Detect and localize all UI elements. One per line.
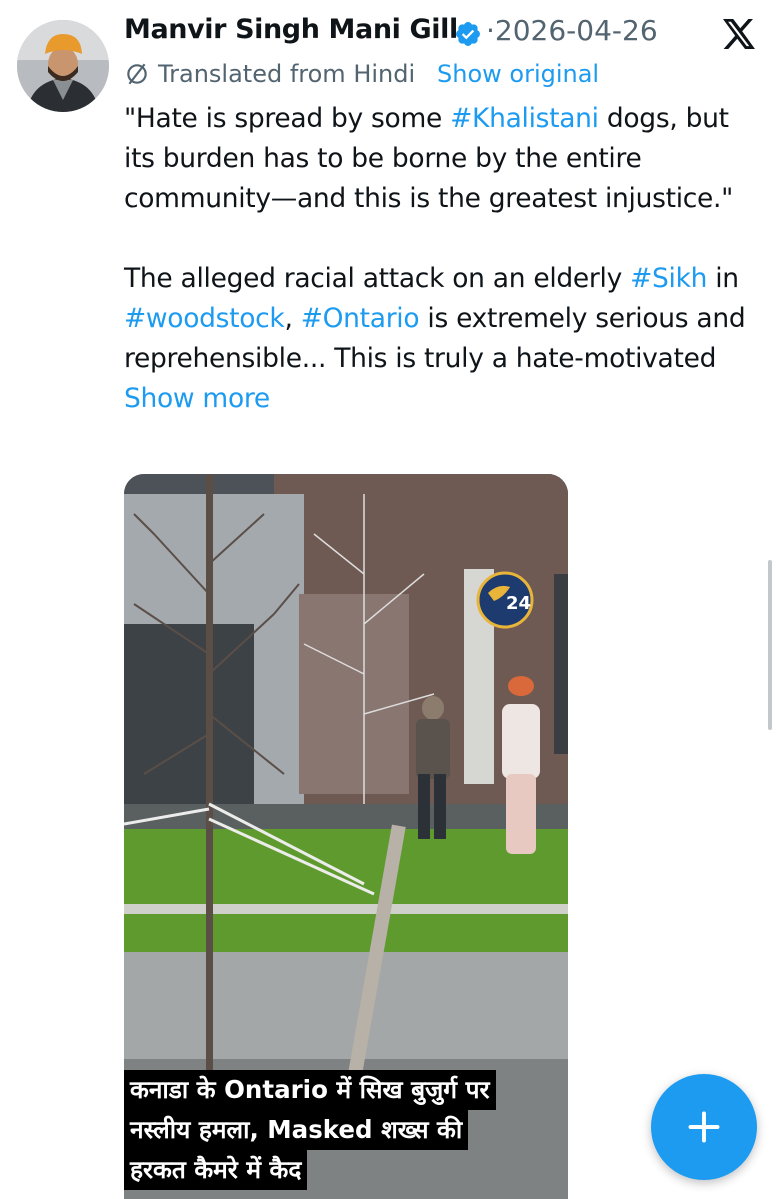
author-name[interactable]: Manvir Singh Mani Gill [124, 14, 458, 45]
plus-icon [688, 1111, 720, 1143]
show-more-link[interactable]: Show more [124, 383, 270, 414]
hashtag-link[interactable]: #woodstock [124, 303, 285, 334]
tweet-paragraph-2: The alleged racial attack on an elderly … [124, 259, 764, 419]
tweet-text-segment: The alleged racial attack on an elderly [124, 263, 631, 294]
hashtag-link[interactable]: #Ontario [301, 303, 420, 334]
tweet-text: "Hate is spread by some #Khalistani dogs… [124, 99, 764, 419]
hashtag-link[interactable]: #Sikh [630, 263, 707, 294]
show-original-link[interactable]: Show original [437, 60, 599, 88]
tweet-text-segment: in [707, 263, 739, 294]
verified-badge-icon [456, 22, 480, 46]
caption-line-2: नस्लीय हमला, Masked शख्स की [124, 1110, 469, 1150]
date-separator: · [486, 14, 495, 47]
tweet-date[interactable]: ·2026-04-26 [486, 14, 658, 47]
translation-notice: Translated from Hindi [124, 60, 415, 88]
avatar[interactable] [17, 20, 109, 112]
translated-label: Translated from Hindi [158, 60, 416, 88]
x-logo-icon[interactable] [720, 16, 756, 52]
globe-slash-icon [127, 63, 147, 85]
caption-line-1: कनाडा के Ontario में सिख बुजुर्ग पर [124, 1070, 496, 1110]
caption-line-3: हरकत कैमरे में कैद [124, 1150, 308, 1190]
compose-button[interactable] [651, 1074, 757, 1180]
tweet-paragraph-1: "Hate is spread by some #Khalistani dogs… [124, 99, 764, 219]
hashtag-link[interactable]: #Khalistani [450, 103, 599, 134]
video-thumbnail[interactable]: 24 कनाडा के Ontario में सिख बुजुर्ग पर न… [124, 474, 568, 1199]
channel-logo-icon: 24 [476, 571, 534, 629]
video-caption: कनाडा के Ontario में सिख बुजुर्ग पर नस्ल… [124, 1070, 568, 1190]
channel-logo-text: 24 [506, 593, 531, 614]
tweet-text-segment: , [284, 303, 301, 334]
tweet-text-segment: "Hate is spread by some [124, 103, 451, 134]
date-value: 2026-04-26 [494, 14, 658, 47]
scrollbar[interactable] [768, 560, 772, 730]
